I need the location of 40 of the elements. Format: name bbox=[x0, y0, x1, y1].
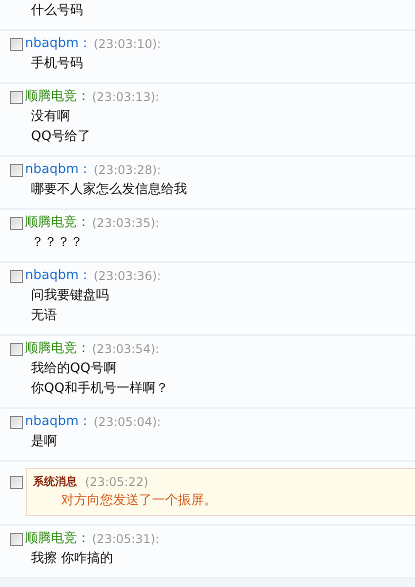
message-time: (23:03:10): bbox=[94, 36, 161, 53]
message-time: (23:05:22) bbox=[85, 474, 148, 491]
message-time: (23:03:13): bbox=[92, 89, 160, 106]
select-checkbox[interactable] bbox=[10, 216, 23, 230]
message-text: 问我要键盘吗 bbox=[31, 287, 109, 305]
select-checkbox[interactable] bbox=[10, 164, 23, 176]
select-checkbox[interactable] bbox=[10, 416, 23, 428]
message-text: 我给的QQ号啊 bbox=[31, 360, 116, 378]
message-time: (23:03:28): bbox=[94, 162, 161, 179]
sender-name: 顺腾电竞： bbox=[25, 214, 90, 232]
message-text: 无语 bbox=[31, 307, 57, 325]
message-text: 是啊 bbox=[31, 433, 57, 451]
sender-name: nbaqbm： bbox=[25, 35, 92, 53]
message-time: (23:05:31): bbox=[92, 531, 160, 548]
message-text: 我擦 你咋搞的 bbox=[31, 550, 114, 568]
select-checkbox[interactable] bbox=[10, 476, 23, 489]
message-time: (23:05:04): bbox=[94, 414, 161, 431]
message-text: 手机号码 bbox=[31, 55, 83, 73]
message-time: (23:03:36): bbox=[94, 268, 161, 285]
message-time: (23:03:35): bbox=[92, 215, 160, 232]
select-checkbox[interactable] bbox=[10, 342, 23, 356]
sender-name: nbaqbm： bbox=[25, 267, 92, 285]
message-text: 什么号码 bbox=[31, 2, 83, 20]
notice-title: 系统消息 bbox=[33, 474, 77, 490]
message-text: QQ号给了 bbox=[31, 128, 90, 146]
message-text: 哪要不人家怎么发信息给我 bbox=[31, 181, 187, 199]
select-checkbox[interactable] bbox=[10, 38, 23, 50]
sender-name: nbaqbm： bbox=[25, 161, 92, 179]
message-text: ？？？？ bbox=[31, 234, 83, 252]
message-text: 没有啊 bbox=[31, 108, 70, 126]
select-checkbox[interactable] bbox=[10, 270, 23, 282]
sender-name: 顺腾电竞： bbox=[25, 88, 90, 106]
select-checkbox[interactable] bbox=[10, 532, 23, 546]
message-text: 你QQ和手机号一样啊？ bbox=[31, 380, 168, 398]
sender-name: nbaqbm： bbox=[25, 413, 92, 431]
select-checkbox[interactable] bbox=[10, 90, 23, 104]
message-text: 对方向您发送了一个振屏。 bbox=[61, 492, 217, 510]
message-time: (23:03:54): bbox=[92, 341, 160, 358]
sender-name: 顺腾电竞： bbox=[25, 340, 90, 358]
sender-name: 顺腾电竞： bbox=[25, 530, 90, 548]
